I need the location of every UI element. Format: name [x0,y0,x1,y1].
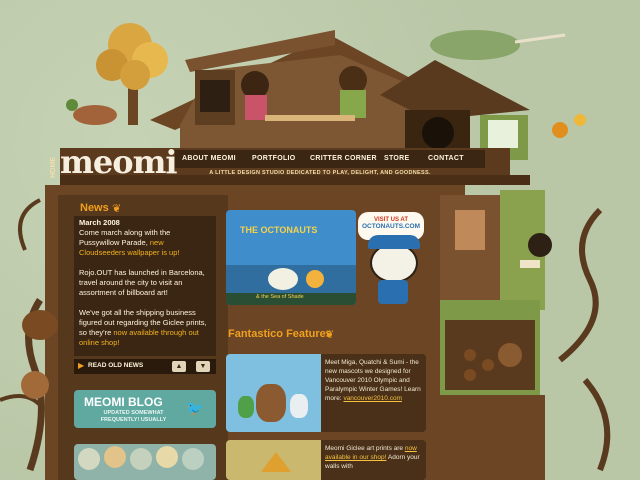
olympics-mascots-image [226,354,321,432]
read-old-news-link[interactable]: READ OLD NEWS [88,362,143,369]
octonauts-subtitle: & the Sea of Shade [256,294,304,300]
nav-portfolio[interactable]: PORTFOLIO [252,155,296,162]
giclee-print-image [226,440,321,480]
scroll-up-button[interactable]: ▲ [172,361,186,372]
feature-2-body: Meomi Giclee art prints are [325,445,404,452]
blog-banner[interactable]: MEOMI BLOG UPDATED SOMEWHAT FREQUENTLY! … [74,390,216,428]
blog-subtitle: UPDATED SOMEWHAT FREQUENTLY! USUALLY [100,410,167,423]
news-item-3: We've got all the shipping business figu… [79,308,211,348]
arrow-up-icon: ▲ [175,363,183,370]
feature-1-text: Meet Miga, Quatchi & Sumi - the new masc… [325,358,423,403]
tagline: A LITTLE DESIGN STUDIO DEDICATED TO PLAY… [209,170,431,176]
leaf-icon: ❦ [112,203,122,215]
bird-icon: 🐦 [186,400,204,416]
read-old-news-bar: ▶ READ OLD NEWS ▲ ▼ [74,359,216,374]
nav-store[interactable]: STORE [384,155,410,162]
leaf-icon: ❦ [325,329,335,341]
nav-critter-corner[interactable]: CRITTER CORNER [310,155,377,162]
news-date: March 2008 [79,218,120,227]
visit-line-2: OCTONAUTS.COM [361,223,421,230]
octonaut-captain [368,235,420,283]
features-title: Fantastico Features [228,328,332,340]
blog-title: MEOMI BLOG [84,395,163,409]
arrow-right-icon: ▶ [78,361,85,370]
logo[interactable]: meomi [60,143,178,181]
blog-thumbnail[interactable] [74,444,216,480]
news-title: News [80,202,109,214]
nav-contact[interactable]: CONTACT [428,155,464,162]
octonauts-banner[interactable]: THE OCTONAUTS & the Sea of Shade [226,210,356,305]
nav-about[interactable]: ABOUT MEOMI [182,155,236,162]
feature-2-text: Meomi Giclee art prints are now availabl… [325,444,423,471]
news-item-2: Rojo.OUT has launched in Barcelona, trav… [79,268,205,297]
arrow-down-icon: ▼ [199,363,207,370]
news-item-1: Come march along with the Pussywillow Pa… [79,228,211,258]
feature-card-olympics[interactable]: Meet Miga, Quatchi & Sumi - the new masc… [226,354,426,432]
vancouver2010-link[interactable]: vancouver2010.com [343,395,402,402]
home-label[interactable]: HOME [50,157,57,178]
page: HOME meomi ABOUT MEOMI PORTFOLIO CRITTER… [0,0,640,480]
feature-card-prints[interactable]: Meomi Giclee art prints are now availabl… [226,440,426,480]
octonauts-title: THE OCTONAUTS [240,225,318,235]
scroll-down-button[interactable]: ▼ [196,361,210,372]
news-panel: March 2008 Come march along with the Pus… [74,216,216,356]
